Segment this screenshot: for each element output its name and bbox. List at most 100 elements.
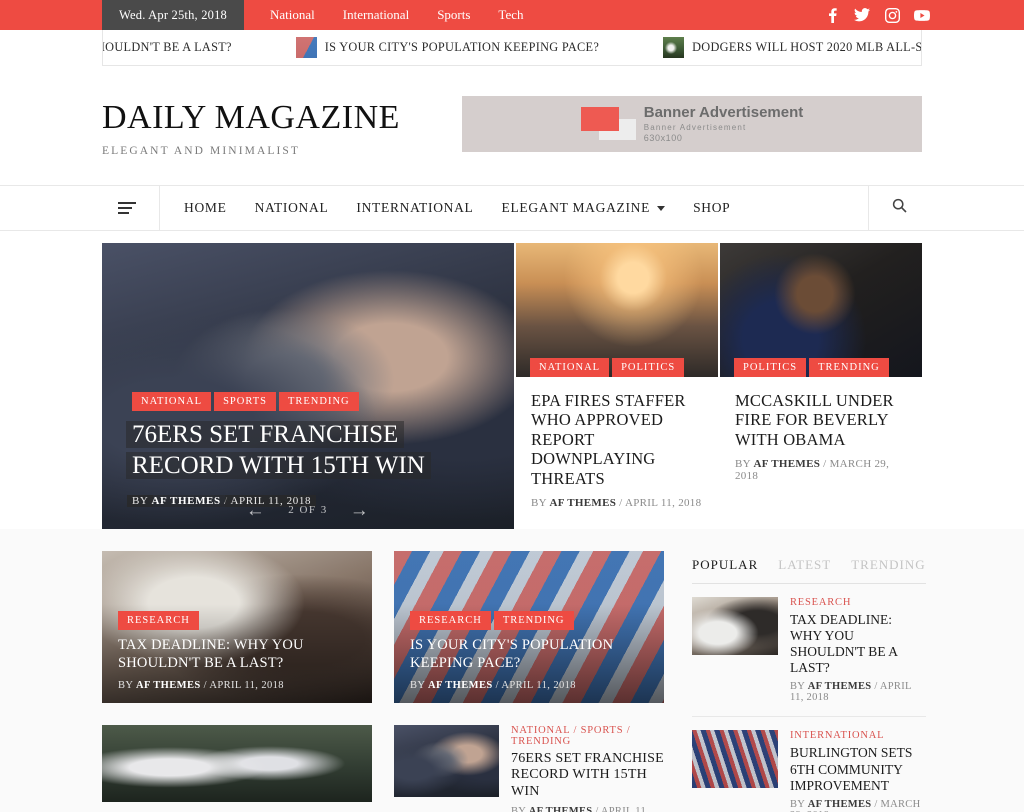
author-name[interactable]: AF THEMES (136, 680, 201, 691)
banner-size: 630x100 (643, 133, 683, 144)
topnav-item-sports[interactable]: Sports (423, 7, 484, 23)
ticker-title: DODGERS WILL HOST 2020 MLB ALL-STAR GAME… (692, 40, 922, 54)
topnav-item-tech[interactable]: Tech (484, 7, 537, 23)
featured-main-slide[interactable]: NATIONAL SPORTS TRENDING 76ERS SET FRANC… (102, 242, 514, 529)
current-date: Wed. Apr 25th, 2018 (102, 0, 244, 30)
main-column: RESEARCH TAX DEADLINE: WHY YOU SHOULDN'T… (102, 550, 664, 812)
ticker-item[interactable]: HOULDN'T BE A LAST? (103, 37, 242, 58)
hamburger-menu-button[interactable] (94, 185, 160, 230)
slider-counter: 2 OF 3 (288, 504, 328, 517)
article-meta: BY AF THEMES / MARCH 29, 2018 (735, 458, 890, 483)
site-title[interactable]: DAILY MAGAZINE (102, 100, 400, 136)
by-label: BY (511, 806, 526, 812)
instagram-icon[interactable] (884, 7, 900, 23)
article-image (394, 724, 499, 797)
main-menu: HOME NATIONAL INTERNATIONAL ELEGANT MAGA… (160, 186, 744, 230)
category-badge[interactable]: NATIONAL (132, 391, 212, 411)
ticker-thumbnail (295, 37, 317, 58)
article-meta: BY AF THEMES / APRIL 11, 2018 (790, 681, 912, 704)
ticker-item[interactable]: IS YOUR CITY'S POPULATION KEEPING PACE? (286, 37, 609, 58)
article-card[interactable]: RESEARCH TAX DEADLINE: WHY YOU SHOULDN'T… (102, 550, 372, 703)
article-meta: BY AF THEMES / APRIL 11, 2018 (410, 679, 576, 691)
by-label: BY (531, 497, 547, 510)
article-category[interactable]: INTERNATIONAL (790, 730, 926, 741)
article-image (516, 242, 718, 377)
hamburger-icon (117, 201, 136, 214)
by-label: BY (118, 679, 133, 691)
tab-popular[interactable]: POPULAR (692, 557, 758, 573)
article-card[interactable]: INTERNATIONAL SPORTS (102, 724, 372, 812)
article-thumbnail-wrapper (692, 596, 778, 655)
article-thumbnail-wrapper (692, 730, 778, 789)
featured-title-text: 76ERS SET FRANCHISE RECORD WITH 15TH WIN (132, 420, 425, 480)
article-category[interactable]: RESEARCH (790, 597, 926, 608)
category-badge[interactable]: POLITICS (612, 357, 685, 377)
slider-next-button[interactable]: → (350, 501, 371, 520)
article-meta: BY AF THEMES / APRIL 11, 2018 (118, 679, 284, 691)
article-card[interactable]: RESEARCH TRENDING IS YOUR CITY'S POPULAT… (394, 550, 664, 703)
search-button[interactable] (868, 185, 930, 230)
sidebar-article-item[interactable]: INTERNATIONAL BURLINGTON SETS 6TH COMMUN… (692, 717, 926, 812)
category-badge[interactable]: TRENDING (493, 611, 574, 631)
main-navigation-bar: HOME NATIONAL INTERNATIONAL ELEGANT MAGA… (0, 184, 1024, 231)
chevron-down-icon[interactable] (657, 206, 666, 212)
nav-item-international[interactable]: INTERNATIONAL (342, 200, 487, 216)
category-badge[interactable]: TRENDING (278, 391, 359, 411)
author-name[interactable]: AF THEMES (529, 806, 593, 812)
banner-subtitle: Banner Advertisement (643, 123, 747, 133)
nav-item-elegant-magazine[interactable]: ELEGANT MAGAZINE (488, 200, 680, 216)
banner-title: Banner Advertisement (643, 103, 804, 121)
slider-controls: ← 2 OF 3 → (102, 501, 514, 520)
article-title[interactable]: TAX DEADLINE: WHY YOU SHOULDN'T BE A LAS… (118, 637, 356, 672)
nav-label: SHOP (693, 199, 731, 215)
author-name[interactable]: AF THEMES (550, 497, 617, 509)
category-badge[interactable]: NATIONAL (530, 357, 610, 377)
nav-label: NATIONAL (254, 199, 329, 215)
nav-item-home[interactable]: HOME (170, 200, 241, 216)
nav-item-shop[interactable]: SHOP (679, 200, 744, 216)
article-title[interactable]: 76ERS SET FRANCHISE RECORD WITH 15TH WIN (511, 751, 664, 801)
category-badge[interactable]: TRENDING (809, 357, 889, 377)
article-list-item[interactable]: NATIONAL / SPORTS / TRENDING 76ERS SET F… (394, 724, 664, 812)
facebook-icon[interactable] (824, 7, 840, 23)
tab-trending[interactable]: TRENDING (851, 557, 925, 573)
author-name[interactable]: AF THEMES (428, 680, 493, 691)
twitter-icon[interactable] (854, 7, 870, 23)
article-title[interactable]: BURLINGTON SETS 6TH COMMUNITY IMPROVEMEN… (790, 745, 926, 794)
site-header: DAILY MAGAZINE ELEGANT AND MINIMALIST Ba… (0, 66, 1024, 185)
article-title[interactable]: MCCASKILL UNDER FIRE FOR BEVERLY WITH OB… (735, 391, 907, 449)
tab-latest[interactable]: LATEST (778, 557, 831, 573)
sidebar-article-item[interactable]: RESEARCH TAX DEADLINE: WHY YOU SHOULDN'T… (692, 584, 926, 718)
site-branding[interactable]: DAILY MAGAZINE ELEGANT AND MINIMALIST (102, 96, 400, 157)
category-badge[interactable]: POLITICS (734, 357, 807, 377)
youtube-icon[interactable] (914, 7, 930, 23)
author-name[interactable]: AF THEMES (808, 799, 872, 810)
category-badge[interactable]: SPORTS (214, 391, 276, 411)
featured-side-article[interactable]: POLITICS TRENDING MCCASKILL UNDER FIRE F… (718, 242, 922, 529)
article-image (720, 242, 922, 377)
ticker-item[interactable]: DODGERS WILL HOST 2020 MLB ALL-STAR GAME… (653, 37, 922, 58)
article-title[interactable]: IS YOUR CITY'S POPULATION KEEPING PACE? (410, 637, 648, 672)
slider-prev-button[interactable]: ← (246, 501, 267, 520)
article-meta: BY AF THEMES / APRIL 11, 2018 (531, 497, 702, 510)
nav-item-national[interactable]: NATIONAL (241, 200, 343, 216)
featured-cards-grid: RESEARCH TAX DEADLINE: WHY YOU SHOULDN'T… (102, 550, 664, 703)
banner-advertisement[interactable]: Banner Advertisement Banner Advertisemen… (462, 96, 922, 152)
topnav-item-national[interactable]: National (256, 7, 329, 23)
by-label: BY (790, 681, 805, 693)
article-list-row: INTERNATIONAL SPORTS NATIONAL / SPORTS /… (102, 724, 664, 812)
featured-side-article[interactable]: NATIONAL POLITICS EPA FIRES STAFFER WHO … (514, 242, 718, 529)
topnav-item-international[interactable]: International (329, 7, 423, 23)
article-title[interactable]: TAX DEADLINE: WHY YOU SHOULDN'T BE A LAS… (790, 612, 926, 677)
article-image (102, 724, 372, 802)
author-name[interactable]: AF THEMES (754, 458, 821, 470)
news-ticker[interactable]: HOULDN'T BE A LAST? IS YOUR CITY'S POPUL… (102, 30, 922, 66)
article-image (692, 596, 778, 655)
author-name[interactable]: AF THEMES (808, 681, 872, 692)
category-badge[interactable]: RESEARCH (410, 611, 491, 631)
category-badge[interactable]: RESEARCH (118, 611, 199, 631)
article-title[interactable]: EPA FIRES STAFFER WHO APPROVED REPORT DO… (531, 391, 703, 488)
sidebar: POPULAR LATEST TRENDING RESEARCH TAX DEA… (692, 551, 926, 812)
featured-title[interactable]: 76ERS SET FRANCHISE RECORD WITH 15TH WIN (132, 419, 484, 482)
article-categories[interactable]: NATIONAL / SPORTS / TRENDING (511, 725, 664, 747)
